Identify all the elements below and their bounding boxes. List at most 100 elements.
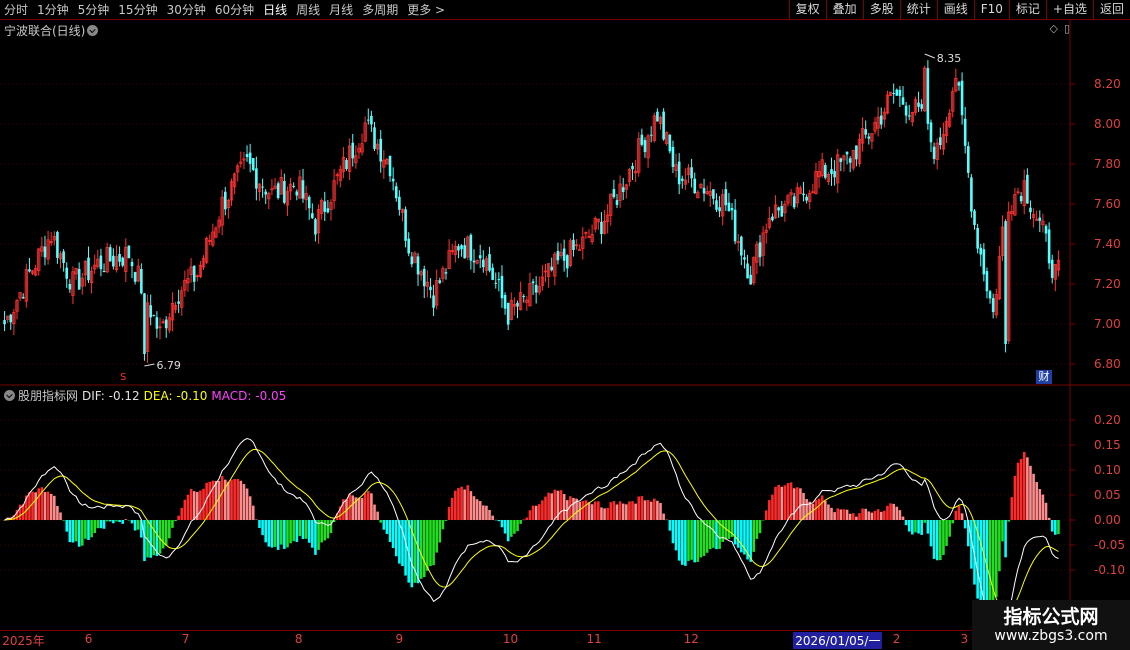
period-tab-0[interactable]: 分时 [4, 0, 28, 20]
candle-body [127, 245, 131, 259]
macd-bar [733, 520, 737, 545]
toolbar-button-8[interactable]: 返回 [1092, 0, 1130, 20]
macd-bar [370, 493, 373, 520]
candle-body [118, 254, 121, 262]
macd-bar [907, 520, 911, 532]
macd-bar [553, 489, 557, 520]
date-label: 8 [294, 632, 303, 646]
candle-body [1029, 207, 1032, 213]
macd-bar [497, 520, 501, 522]
macd-bar [93, 520, 97, 534]
toolbar-button-2[interactable]: 多股 [862, 0, 900, 20]
candle-body [901, 97, 905, 105]
candle-body [155, 317, 159, 329]
dropdown-circle-icon[interactable] [4, 390, 15, 401]
macd-bar [77, 520, 81, 547]
candle-body [718, 207, 721, 212]
period-tab-8[interactable]: 月线 [329, 0, 353, 20]
macd-bar [618, 501, 622, 520]
macd-bar [590, 504, 594, 520]
candle-body [982, 249, 986, 275]
toolbar-button-5[interactable]: F10 [973, 0, 1009, 20]
macd-bar [637, 496, 641, 520]
candle-body [394, 186, 398, 199]
macd-bar [848, 513, 852, 520]
candle-body [746, 263, 749, 279]
toolbar-button-1[interactable]: 叠加 [825, 0, 863, 20]
macd-bar [121, 520, 124, 524]
toolbar-button-0[interactable]: 复权 [788, 0, 826, 20]
date-label: 2026/01/05/一 [793, 632, 883, 649]
candle-body [867, 136, 871, 139]
macd-bar [49, 493, 53, 520]
toolbar-button-7[interactable]: +自选 [1045, 0, 1093, 20]
macd-tick-label: 0.00 [1094, 513, 1121, 527]
dropdown-circle-icon[interactable] [87, 25, 99, 36]
macd-bar [721, 520, 724, 542]
stock-chart[interactable]: 6.80 7.00 7.20 7.40 7.60 7.80 8.00 8.20 0.20 0.15… [0, 20, 1130, 630]
macd-bar [239, 480, 243, 520]
candle-body [531, 281, 535, 284]
period-tab-2[interactable]: 5分钟 [78, 0, 110, 20]
macd-bar [858, 513, 861, 520]
macd-bar [911, 520, 914, 535]
candle-body [677, 161, 681, 185]
macd-bar [740, 520, 743, 553]
macd-bar [640, 496, 644, 520]
window-icon[interactable]: ▯ [1064, 22, 1070, 35]
finance-badge[interactable]: 财 [1036, 370, 1052, 384]
macd-bar [460, 486, 463, 520]
macd-bar [998, 520, 1001, 572]
macd-bar [755, 520, 759, 539]
toolbar-button-6[interactable]: 标记 [1008, 0, 1046, 20]
macd-bar [1026, 457, 1029, 520]
macd-bar [886, 505, 889, 520]
candle-body [985, 271, 989, 292]
macd-bar [503, 520, 507, 534]
date-label: 10 [502, 632, 519, 646]
macd-bar [994, 520, 998, 597]
macd-tick-label: 0.05 [1094, 488, 1121, 502]
candle-body [864, 129, 867, 135]
macd-bar [761, 520, 765, 521]
dividend-marker[interactable]: S [120, 372, 126, 383]
period-tab-1[interactable]: 1分钟 [37, 0, 69, 20]
macd-bar [870, 512, 874, 520]
macd-bar [948, 520, 951, 537]
period-tab-4[interactable]: 30分钟 [167, 0, 206, 20]
period-tab-7[interactable]: 周线 [296, 0, 320, 20]
macd-bar [37, 488, 41, 520]
candle-body [164, 319, 168, 329]
candle-body [469, 234, 473, 261]
macd-bar [827, 504, 830, 520]
macd-bar [820, 495, 824, 520]
candle-body [668, 134, 672, 152]
macd-bar [376, 511, 379, 520]
macd-bar [562, 493, 566, 520]
macd-bar [609, 502, 613, 520]
macd-bar [873, 510, 877, 520]
period-tab-9[interactable]: 多周期 [362, 0, 398, 20]
candle-body [404, 209, 407, 241]
diamond-icon[interactable]: ◇ [1049, 22, 1057, 35]
macd-bar [559, 490, 563, 520]
period-tab-10[interactable]: 更多 > [407, 0, 445, 20]
candle-body [345, 159, 348, 170]
macd-bar [233, 478, 236, 520]
candle-body [255, 168, 258, 189]
macd-bar [680, 520, 684, 565]
candle-body [534, 284, 538, 293]
period-tab-6[interactable]: 日线 [263, 0, 287, 20]
period-tab-5[interactable]: 60分钟 [215, 0, 254, 20]
macd-bar [186, 494, 190, 520]
candle-body [9, 314, 13, 323]
macd-bar [895, 506, 899, 520]
period-tab-3[interactable]: 15分钟 [118, 0, 157, 20]
macd-bar [270, 520, 274, 548]
candle-body [640, 134, 644, 145]
toolbar-button-3[interactable]: 统计 [899, 0, 937, 20]
dea-value: DEA: -0.10 [143, 389, 208, 403]
candle-body [379, 138, 383, 162]
macd-bar [1047, 517, 1051, 520]
toolbar-button-4[interactable]: 画线 [936, 0, 974, 20]
